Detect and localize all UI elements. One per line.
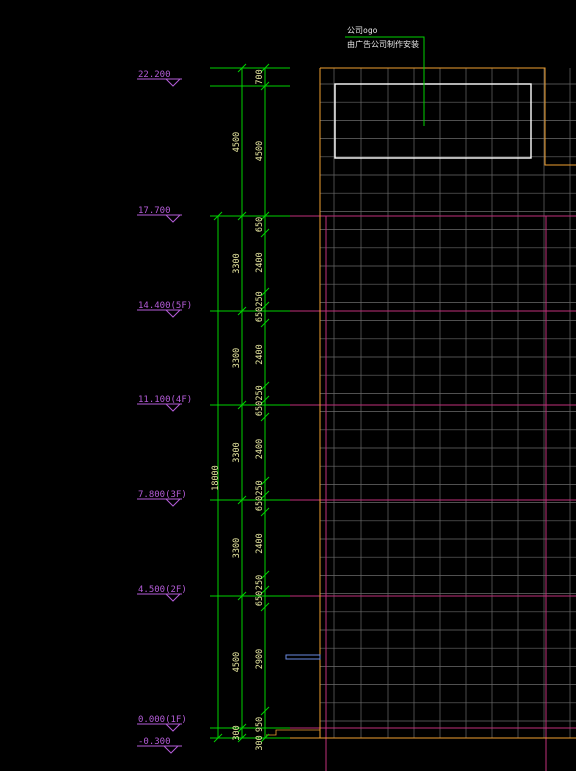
level-marker: 4.500(2F) (137, 585, 187, 602)
level-marker: 0.000(1F) (137, 715, 187, 732)
segment-height-label: 700 (255, 69, 265, 84)
step-detail (266, 729, 320, 736)
floor-height-label: 3300 (232, 253, 242, 273)
segment-height-label: 650 (255, 591, 265, 606)
level-label: 14.400(5F) (138, 301, 192, 311)
segment-height-label: 650 (255, 217, 265, 232)
segment-height-label: 300 (255, 735, 265, 750)
canopy-detail (285, 654, 321, 660)
floor-height-label: 3300 (232, 538, 242, 558)
annotation-line2: 由广告公司制作安装 (347, 39, 419, 49)
segment-height-label: 2400 (255, 439, 265, 459)
level-marker: 22.200 (137, 70, 182, 87)
segment-height-label: 950 (255, 717, 265, 732)
level-label: 7.800(3F) (138, 490, 187, 500)
segment-height-label: 4500 (255, 141, 265, 161)
annotation-leader (345, 36, 425, 126)
segment-height-label: 650 (255, 401, 265, 416)
annotation-line1: 公司ogo (347, 26, 378, 35)
facade-outline (270, 67, 576, 739)
level-marker: 11.100(4F) (137, 395, 192, 412)
level-markers: 22.200 17.700 14.400(5F) 11.100(4F) 7.800(3F… (137, 70, 192, 754)
total-height-label: 18000 (211, 465, 221, 491)
logo-box (334, 83, 532, 159)
floor-height-label: 300 (232, 725, 242, 740)
curtain-wall-grid (320, 68, 576, 738)
segment-height-label: 250 (255, 291, 265, 306)
segment-height-label: 2900 (255, 649, 265, 669)
level-marker: 14.400(5F) (137, 301, 192, 318)
segment-height-label: 2400 (255, 252, 265, 272)
level-marker: -0.300 (137, 737, 182, 754)
elevation-drawing: 公司ogo 由广告公司制作安装 450033003300330033004500… (137, 26, 576, 771)
level-marker: 7.800(3F) (137, 490, 187, 507)
segment-height-label: 2400 (255, 344, 265, 364)
segment-height-label: 650 (255, 496, 265, 511)
floor-height-label: 4500 (232, 652, 242, 672)
dimension-lines (210, 63, 290, 743)
segment-height-label: 250 (255, 385, 265, 400)
level-label: 4.500(2F) (138, 585, 187, 595)
segment-height-label: 250 (255, 480, 265, 495)
dimension-labels: 4500 3300 3300 3300 3300 4500 300 700 4500 650 240… (232, 69, 265, 750)
segment-height-label: 650 (255, 307, 265, 322)
level-label: 11.100(4F) (138, 395, 192, 405)
level-marker: 17.700 (137, 206, 182, 223)
floor-height-label: 4500 (232, 132, 242, 152)
level-label: 22.200 (138, 70, 171, 80)
level-label: 17.700 (138, 206, 171, 216)
floor-height-label: 3300 (232, 442, 242, 462)
level-label: -0.300 (138, 737, 171, 747)
segment-height-label: 250 (255, 575, 265, 590)
level-label: 0.000(1F) (138, 715, 187, 725)
floor-height-label: 3300 (232, 348, 242, 368)
segment-height-label: 2400 (255, 533, 265, 553)
